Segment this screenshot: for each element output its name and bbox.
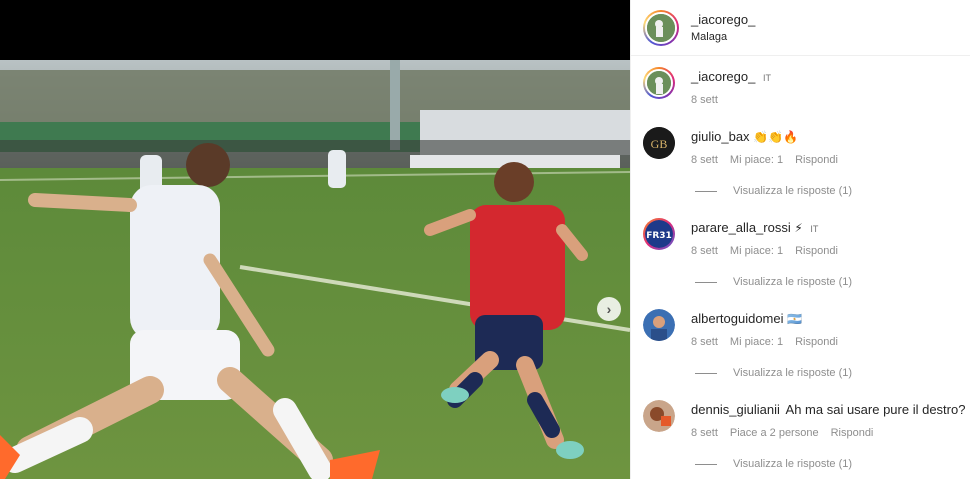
avatar[interactable]: GB: [643, 127, 675, 159]
post-photo: [0, 60, 630, 479]
lightning-emoji: ⚡: [794, 221, 803, 235]
avatar-image: [643, 309, 675, 341]
view-replies-label: Visualizza le risposte (1): [733, 367, 853, 379]
view-replies-label: Visualizza le risposte (1): [733, 185, 853, 197]
next-media-button[interactable]: ›: [597, 297, 621, 321]
comment-likes[interactable]: Mi piace: 1: [730, 245, 783, 257]
avatar-image: [647, 13, 675, 42]
comment-likes[interactable]: Mi piace: 1: [730, 336, 783, 348]
comment-time[interactable]: 8 sett: [691, 245, 718, 257]
comment-username[interactable]: _iacorego_: [691, 69, 755, 84]
clap-fire-emoji: 👏👏🔥: [753, 130, 798, 144]
comment-username[interactable]: giulio_bax: [691, 129, 750, 144]
reply-button[interactable]: Rispondi: [795, 336, 838, 348]
post-username[interactable]: _iacorego_: [691, 12, 755, 27]
flag-emoji: 🇦🇷: [787, 312, 803, 326]
comment-username[interactable]: dennis_giulianii: [691, 402, 780, 417]
comment-time[interactable]: 8 sett: [691, 336, 718, 348]
reply-button[interactable]: Rispondi: [795, 245, 838, 257]
comments-panel: _iacorego_ Malaga _iacorego_ IT 8 sett G…: [630, 0, 970, 479]
comment-username[interactable]: parare_alla_rossi: [691, 220, 791, 235]
avatar[interactable]: [643, 67, 675, 99]
view-replies-label: Visualizza le risposte (1): [733, 276, 853, 288]
post-media: ›: [0, 0, 630, 479]
comment-time[interactable]: 8 sett: [691, 154, 718, 166]
avatar[interactable]: FR31: [643, 218, 675, 250]
reply-button[interactable]: Rispondi: [831, 427, 874, 439]
avatar[interactable]: [643, 309, 675, 341]
avatar[interactable]: [643, 9, 679, 46]
comment-likes[interactable]: Piace a 2 persone: [730, 427, 819, 439]
chevron-right-icon: ›: [606, 301, 612, 317]
post-header: _iacorego_ Malaga: [631, 0, 970, 56]
svg-text:GB: GB: [651, 137, 668, 151]
view-replies-button[interactable]: Visualizza le risposte (1): [695, 458, 852, 470]
svg-text:FR31: FR31: [646, 231, 672, 241]
reply-button[interactable]: Rispondi: [795, 154, 838, 166]
flag-label: IT: [762, 73, 771, 83]
comment-text: Ah ma sai usare pure il destro?: [785, 402, 966, 417]
view-replies-button[interactable]: Visualizza le risposte (1): [695, 367, 852, 379]
view-replies-button[interactable]: Visualizza le risposte (1): [695, 276, 852, 288]
comment-list: _iacorego_ IT 8 sett GB giulio_bax 👏👏🔥 8…: [631, 57, 970, 479]
avatar-image: GB: [643, 127, 675, 159]
avatar-image: [643, 400, 675, 432]
comment-time[interactable]: 8 sett: [691, 427, 718, 439]
avatar[interactable]: [643, 400, 675, 432]
comment-likes[interactable]: Mi piace: 1: [730, 154, 783, 166]
avatar-image: FR31: [645, 220, 673, 248]
post-location[interactable]: Malaga: [691, 31, 755, 43]
view-replies-label: Visualizza le risposte (1): [733, 458, 853, 470]
view-replies-button[interactable]: Visualizza le risposte (1): [695, 185, 852, 197]
avatar-image: [647, 71, 671, 95]
comment-time[interactable]: 8 sett: [691, 94, 718, 106]
flag-label: IT: [810, 224, 819, 234]
comment-username[interactable]: albertoguidomei: [691, 311, 784, 326]
